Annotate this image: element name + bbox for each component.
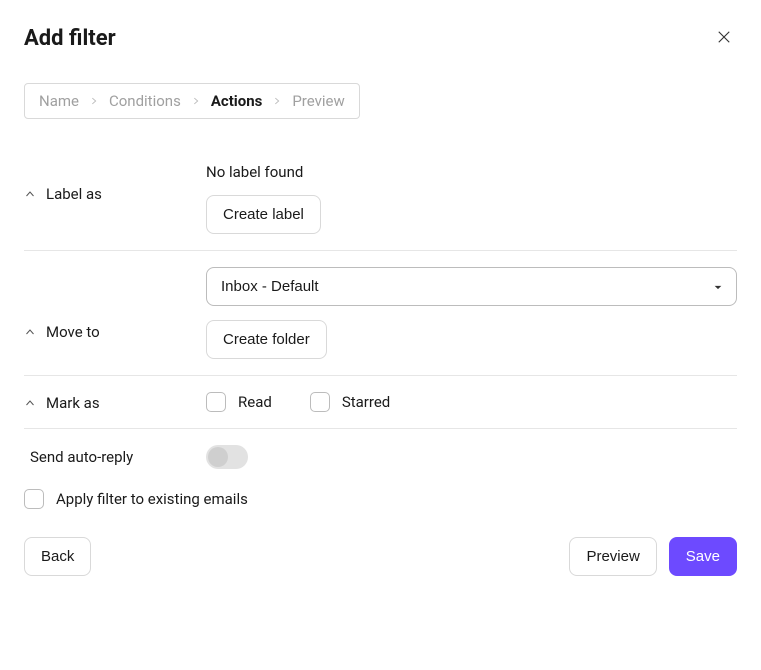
starred-label: Starred xyxy=(342,393,390,411)
chevron-right-icon xyxy=(191,96,201,106)
chevron-right-icon xyxy=(272,96,282,106)
read-checkbox-group[interactable]: Read xyxy=(206,392,272,412)
dialog-footer: Back Preview Save xyxy=(24,537,737,576)
dialog-title: Add filter xyxy=(24,26,116,51)
section-title-move-to: Move to xyxy=(46,323,100,341)
chevron-right-icon xyxy=(89,96,99,106)
chevron-up-icon xyxy=(24,326,36,338)
starred-checkbox[interactable] xyxy=(310,392,330,412)
section-mark-as: Mark as Read Starred xyxy=(24,392,737,429)
section-body-auto-reply xyxy=(184,445,737,469)
section-label-as: Label as No label found Create label xyxy=(24,163,737,251)
back-button[interactable]: Back xyxy=(24,537,91,576)
footer-right: Preview Save xyxy=(569,537,737,576)
create-label-button[interactable]: Create label xyxy=(206,195,321,234)
auto-reply-label-wrap: Send auto-reply xyxy=(24,445,184,466)
section-body-move-to: Inbox - Default Create folder xyxy=(184,267,737,359)
breadcrumb-conditions[interactable]: Conditions xyxy=(109,92,181,110)
section-move-to: Move to Inbox - Default Create folder xyxy=(24,267,737,376)
breadcrumb-preview[interactable]: Preview xyxy=(292,92,344,110)
no-label-text: No label found xyxy=(206,163,737,181)
section-body-label-as: No label found Create label xyxy=(184,163,737,234)
breadcrumb: Name Conditions Actions Preview xyxy=(24,83,360,119)
folder-select[interactable]: Inbox - Default xyxy=(206,267,737,306)
close-icon xyxy=(715,28,733,49)
chevron-up-icon xyxy=(24,188,36,200)
auto-reply-toggle[interactable] xyxy=(206,445,248,469)
breadcrumb-actions: Actions xyxy=(211,92,263,110)
section-toggle-move-to[interactable]: Move to xyxy=(24,267,184,341)
toggle-knob xyxy=(208,447,228,467)
read-label: Read xyxy=(238,393,272,411)
section-toggle-label-as[interactable]: Label as xyxy=(24,163,184,203)
auto-reply-label: Send auto-reply xyxy=(30,448,133,466)
close-button[interactable] xyxy=(711,24,737,53)
breadcrumb-name[interactable]: Name xyxy=(39,92,79,110)
apply-existing-label: Apply filter to existing emails xyxy=(56,490,248,508)
preview-button[interactable]: Preview xyxy=(569,537,656,576)
section-body-mark-as: Read Starred xyxy=(184,392,737,412)
section-toggle-mark-as[interactable]: Mark as xyxy=(24,392,184,412)
create-folder-button[interactable]: Create folder xyxy=(206,320,327,359)
section-auto-reply: Send auto-reply xyxy=(24,445,737,479)
dialog-header: Add filter xyxy=(24,24,737,53)
read-checkbox[interactable] xyxy=(206,392,226,412)
mark-as-options: Read Starred xyxy=(206,392,737,412)
apply-existing-checkbox[interactable] xyxy=(24,489,44,509)
section-title-mark-as: Mark as xyxy=(46,394,100,412)
folder-select-wrap: Inbox - Default xyxy=(206,267,737,306)
chevron-up-icon xyxy=(24,397,36,409)
starred-checkbox-group[interactable]: Starred xyxy=(310,392,390,412)
save-button[interactable]: Save xyxy=(669,537,737,576)
section-title-label-as: Label as xyxy=(46,185,102,203)
apply-existing-checkbox-group[interactable]: Apply filter to existing emails xyxy=(24,489,737,509)
